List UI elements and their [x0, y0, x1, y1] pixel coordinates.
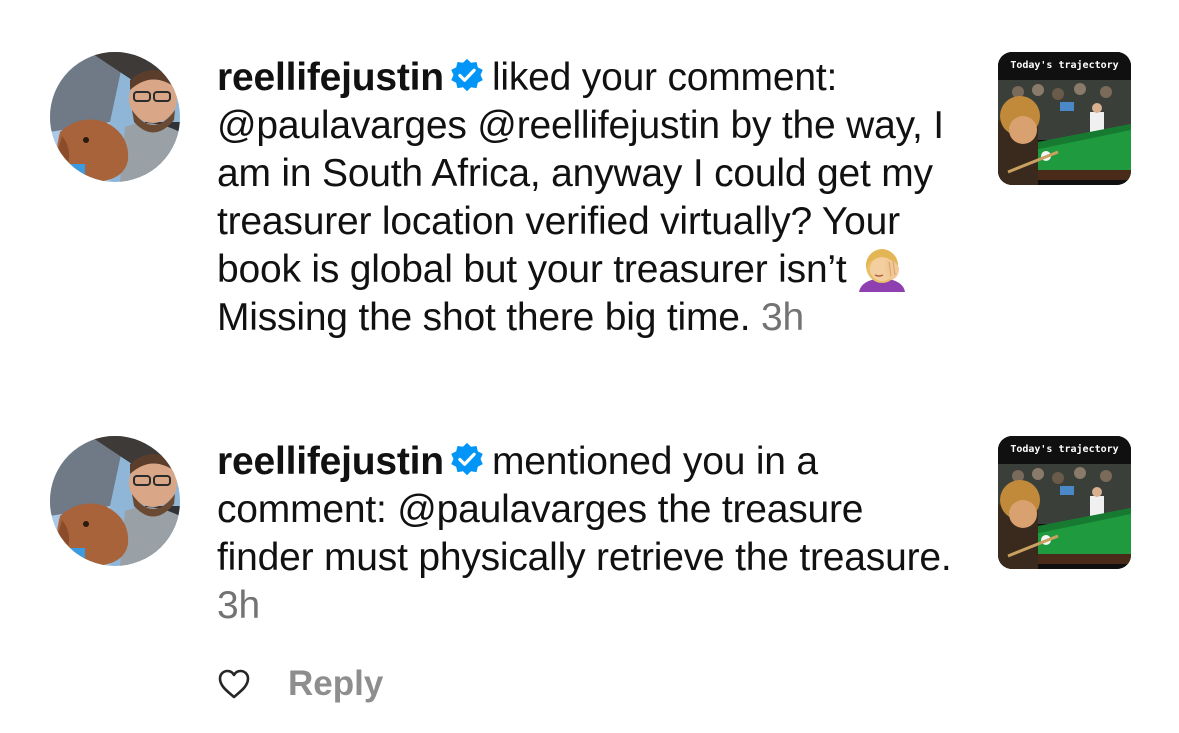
timestamp: 3h — [761, 296, 804, 339]
notification-text: reellifejustin mentioned you in a comment… — [217, 438, 967, 630]
comment-text-continued: Missing the shot there big time. — [217, 296, 751, 339]
verified-badge-icon — [448, 441, 486, 479]
thumbnail-caption: Today's trajectory — [1010, 444, 1119, 455]
notification-action: liked your comment: — [491, 56, 838, 99]
username-link[interactable]: reellifejustin — [217, 440, 444, 483]
notification-text: reellifejustin liked your comment: @paula… — [217, 54, 967, 342]
avatar[interactable] — [50, 52, 180, 182]
verified-badge-icon — [448, 57, 486, 95]
snooker-video-thumbnail — [998, 52, 1131, 185]
avatar[interactable] — [50, 436, 180, 566]
post-thumbnail[interactable]: Today's trajectory — [998, 436, 1131, 569]
snooker-video-thumbnail — [998, 436, 1131, 569]
comment-actions: Reply — [217, 660, 383, 708]
thumbnail-caption: Today's trajectory — [1010, 60, 1119, 71]
post-thumbnail[interactable]: Today's trajectory — [998, 52, 1131, 185]
reply-button[interactable]: Reply — [288, 664, 383, 704]
timestamp: 3h — [217, 584, 260, 627]
heart-outline-icon[interactable] — [217, 667, 251, 701]
username-link[interactable]: reellifejustin — [217, 56, 444, 99]
profile-photo — [50, 52, 180, 182]
profile-photo — [50, 436, 180, 566]
woman-facepalming-emoji-icon — [855, 246, 909, 292]
comment-text: @paulavarges @reellifejustin by the way,… — [217, 104, 944, 291]
